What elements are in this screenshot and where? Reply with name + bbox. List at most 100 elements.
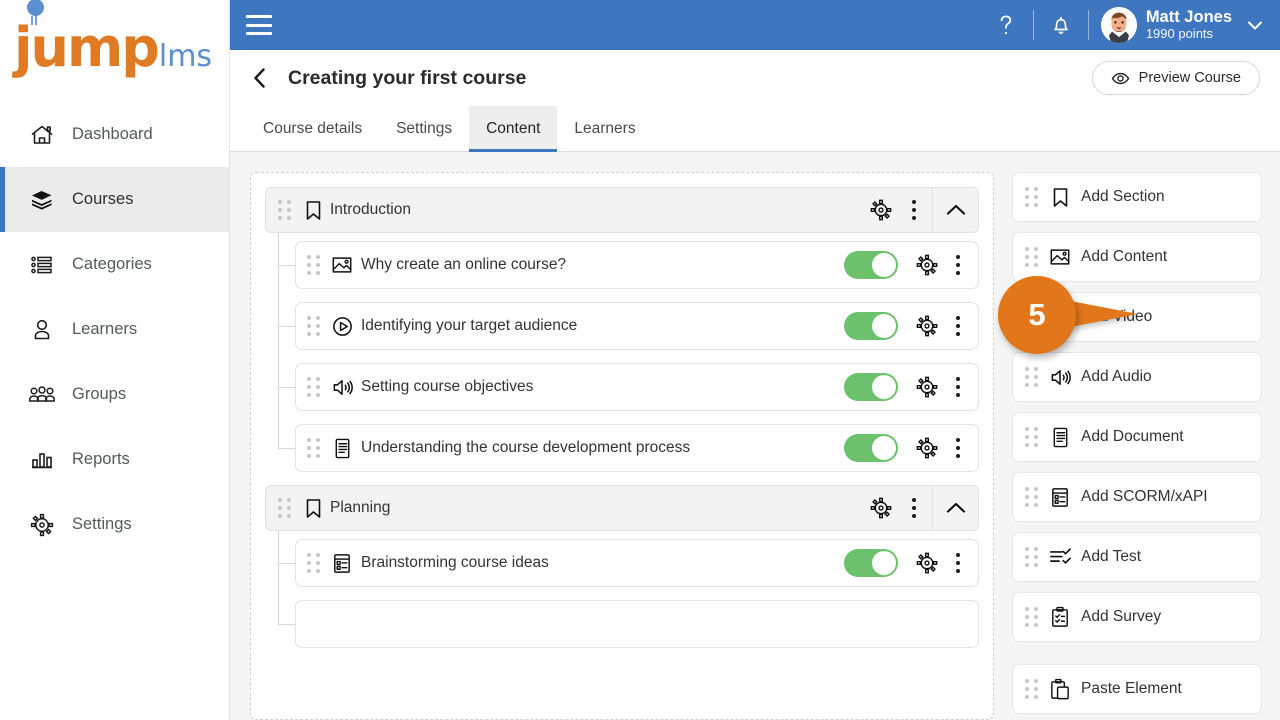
content-item-card[interactable]: Understanding the course development pro… xyxy=(295,424,979,472)
chevron-down-icon[interactable] xyxy=(1244,14,1266,36)
content-item-title: Understanding the course development pro… xyxy=(361,439,691,456)
sidebar: jump lms Dashboard Courses Categories Le… xyxy=(0,0,230,720)
content-item-card[interactable]: Identifying your target audience xyxy=(295,302,979,350)
sidebar-item-courses[interactable]: Courses xyxy=(0,167,229,232)
bookmark-icon xyxy=(296,199,330,222)
rail-item-add-test[interactable]: Add Test xyxy=(1012,532,1262,582)
section-actions xyxy=(864,193,932,227)
sidebar-item-label: Categories xyxy=(72,255,152,273)
settings-gear-icon[interactable] xyxy=(910,370,944,404)
preview-course-button[interactable]: Preview Course xyxy=(1091,61,1260,95)
tab-label: Content xyxy=(486,119,541,137)
rail-item-paste-element[interactable]: Paste Element xyxy=(1012,664,1262,714)
drag-handle-icon[interactable] xyxy=(1025,426,1043,447)
tab-label: Settings xyxy=(396,119,453,137)
rail-item-add-survey[interactable]: Add Survey xyxy=(1012,592,1262,642)
rail-item-add-video[interactable]: Add Video xyxy=(1012,292,1262,342)
drag-handle-icon[interactable] xyxy=(278,497,296,518)
back-chevron-icon[interactable] xyxy=(246,64,274,92)
rail-item-add-scorm-xapi[interactable]: Add SCORM/xAPI xyxy=(1012,472,1262,522)
drag-handle-icon[interactable] xyxy=(1025,546,1043,567)
hamburger-icon[interactable] xyxy=(246,15,272,35)
top-bar-divider xyxy=(1087,10,1089,40)
settings-gear-icon[interactable] xyxy=(864,491,898,525)
sidebar-item-learners[interactable]: Learners xyxy=(0,297,229,362)
collapse-chevron-icon[interactable] xyxy=(932,188,978,232)
logo-ticks-icon xyxy=(30,16,42,28)
drag-handle-icon[interactable] xyxy=(307,552,325,573)
rail-item-label: Add Audio xyxy=(1081,368,1152,385)
paste-icon xyxy=(1043,678,1077,701)
content-item-title: Setting course objectives xyxy=(361,378,534,395)
more-options-icon[interactable] xyxy=(900,491,928,525)
user-menu[interactable]: Matt Jones 1990 points xyxy=(1100,7,1232,43)
settings-gear-icon[interactable] xyxy=(910,309,944,343)
sidebar-item-settings[interactable]: Settings xyxy=(0,492,229,557)
publish-toggle[interactable] xyxy=(844,312,898,340)
bell-icon[interactable] xyxy=(1038,8,1084,42)
sidebar-nav: Dashboard Courses Categories Learners Gr… xyxy=(0,96,229,557)
drag-handle-icon[interactable] xyxy=(307,315,325,336)
publish-toggle[interactable] xyxy=(844,373,898,401)
rail-item-add-section[interactable]: Add Section xyxy=(1012,172,1262,222)
section-items-introduction: Why create an online course? Identifying… xyxy=(265,233,979,472)
sidebar-item-categories[interactable]: Categories xyxy=(0,232,229,297)
drag-handle-icon[interactable] xyxy=(1025,678,1043,699)
settings-gear-icon[interactable] xyxy=(910,546,944,580)
content-item-card[interactable]: Brainstorming course ideas xyxy=(295,539,979,587)
rail-item-add-content[interactable]: Add Content xyxy=(1012,232,1262,282)
tab-content[interactable]: Content xyxy=(469,106,558,152)
rail-item-label: Add Survey xyxy=(1081,608,1162,625)
section-header-planning[interactable]: Planning xyxy=(265,485,979,531)
settings-gear-icon[interactable] xyxy=(910,248,944,282)
more-options-icon[interactable] xyxy=(900,193,928,227)
collapse-chevron-icon[interactable] xyxy=(932,486,978,530)
sidebar-item-groups[interactable]: Groups xyxy=(0,362,229,427)
tab-settings[interactable]: Settings xyxy=(379,106,469,151)
brand-logo[interactable]: jump lms xyxy=(0,0,229,96)
rail-item-add-document[interactable]: Add Document xyxy=(1012,412,1262,462)
books-icon xyxy=(28,186,56,214)
play-circle-icon xyxy=(1043,306,1077,329)
section-header-introduction[interactable]: Introduction xyxy=(265,187,979,233)
drag-handle-icon[interactable] xyxy=(307,376,325,397)
publish-toggle[interactable] xyxy=(844,549,898,577)
sidebar-item-dashboard[interactable]: Dashboard xyxy=(0,102,229,167)
sidebar-item-reports[interactable]: Reports xyxy=(0,427,229,492)
drag-handle-icon[interactable] xyxy=(1025,486,1043,507)
drag-handle-icon[interactable] xyxy=(1025,606,1043,627)
content-item-card[interactable]: Setting course objectives xyxy=(295,363,979,411)
drag-handle-icon[interactable] xyxy=(1025,246,1043,267)
top-bar: Matt Jones 1990 points xyxy=(230,0,1280,50)
more-options-icon[interactable] xyxy=(944,370,972,404)
course-structure-panel: Introduction Why create an online course… xyxy=(250,172,994,720)
section-items-planning: Brainstorming course ideas xyxy=(265,531,979,648)
settings-gear-icon[interactable] xyxy=(864,193,898,227)
course-structure-column: Introduction Why create an online course… xyxy=(250,172,994,720)
drag-handle-icon[interactable] xyxy=(1025,306,1043,327)
rail-item-add-audio[interactable]: Add Audio xyxy=(1012,352,1262,402)
tab-label: Learners xyxy=(574,119,636,137)
drag-handle-icon[interactable] xyxy=(1025,186,1043,207)
publish-toggle[interactable] xyxy=(844,251,898,279)
drag-handle-icon[interactable] xyxy=(307,437,325,458)
more-options-icon[interactable] xyxy=(944,248,972,282)
drag-handle-icon[interactable] xyxy=(1025,366,1043,387)
more-options-icon[interactable] xyxy=(944,546,972,580)
more-options-icon[interactable] xyxy=(944,309,972,343)
content-item-card[interactable] xyxy=(295,600,979,648)
tab-course-details[interactable]: Course details xyxy=(246,106,379,151)
tab-learners[interactable]: Learners xyxy=(557,106,652,151)
drag-handle-icon[interactable] xyxy=(278,199,296,220)
drag-handle-icon[interactable] xyxy=(307,254,325,275)
question-mark-icon[interactable] xyxy=(983,8,1029,42)
preview-course-label: Preview Course xyxy=(1138,70,1241,86)
test-icon xyxy=(1043,546,1077,568)
top-bar-right: Matt Jones 1990 points xyxy=(983,0,1266,50)
settings-gear-icon[interactable] xyxy=(910,431,944,465)
content-item-card[interactable]: Why create an online course? xyxy=(295,241,979,289)
avatar xyxy=(1100,7,1137,43)
publish-toggle[interactable] xyxy=(844,434,898,462)
more-options-icon[interactable] xyxy=(944,431,972,465)
user-name: Matt Jones xyxy=(1145,8,1232,27)
